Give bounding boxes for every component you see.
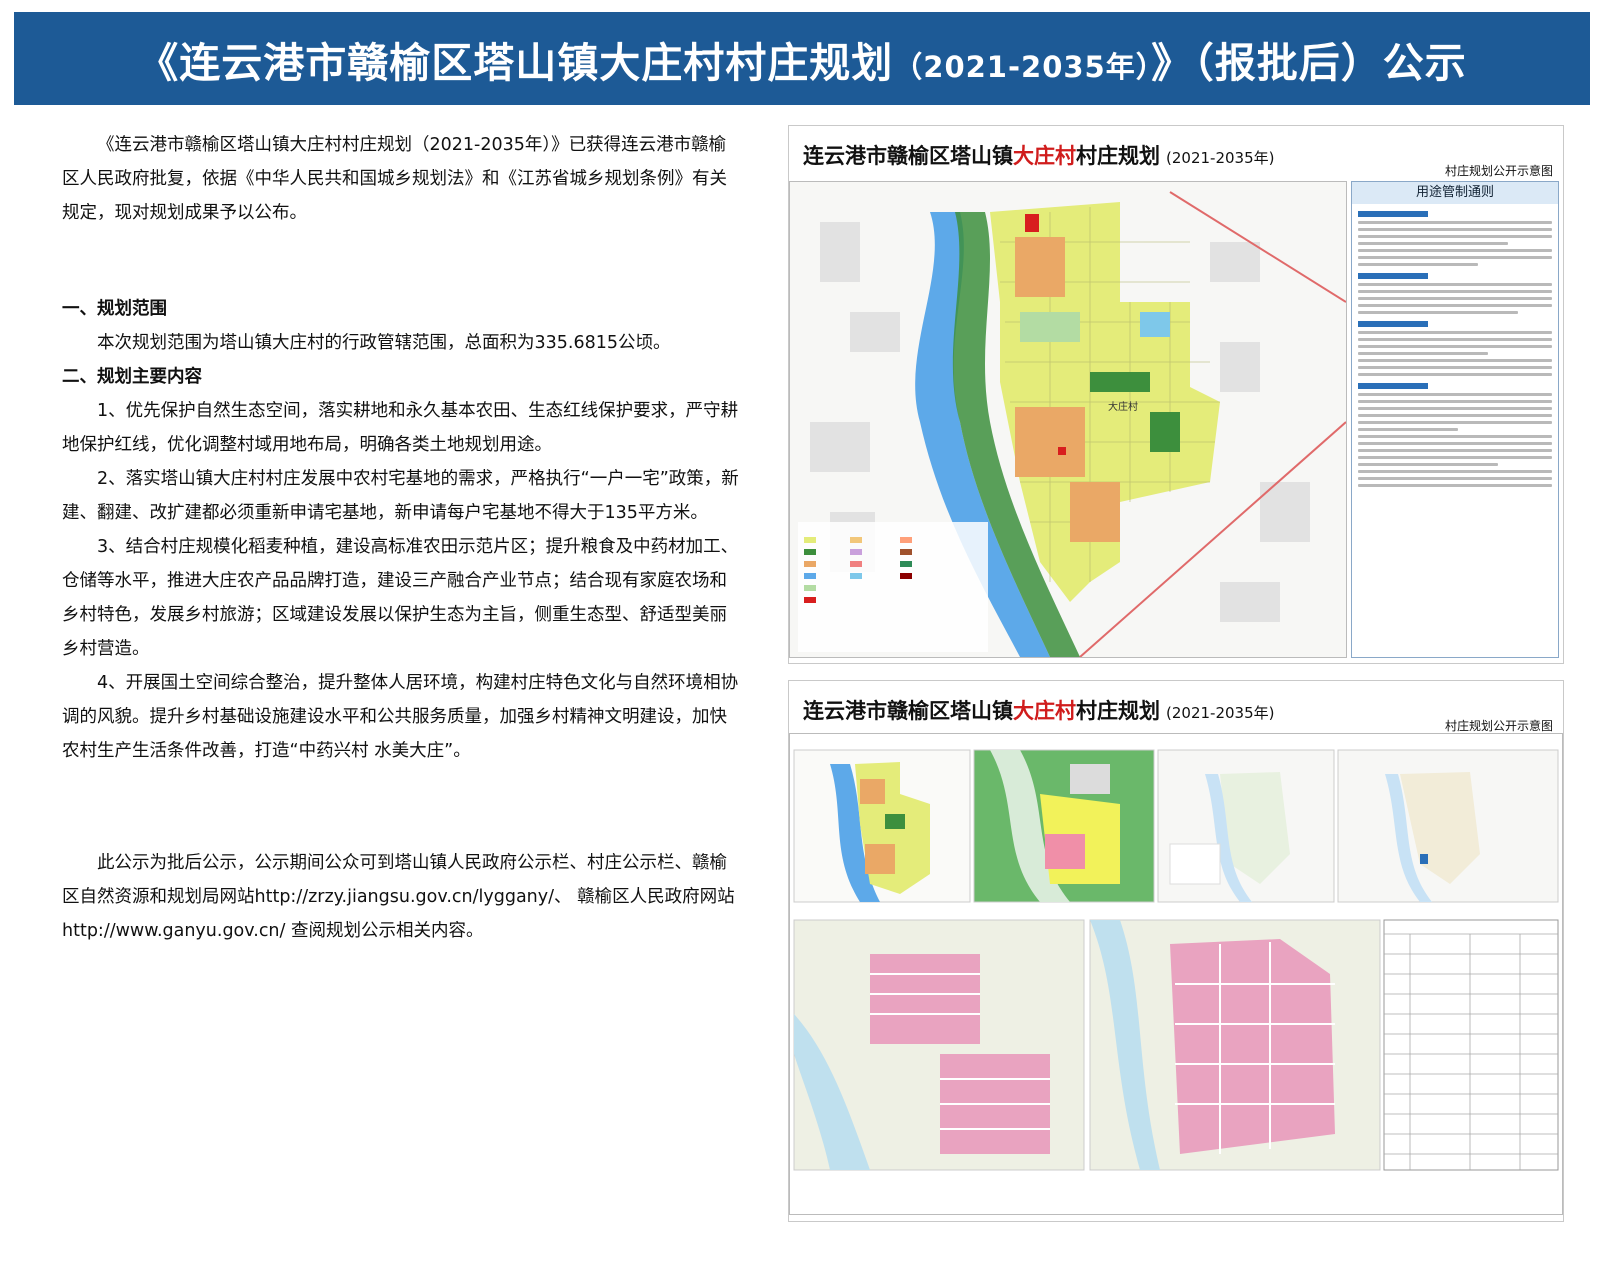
panel2-subtitle: 村庄规划公开示意图 <box>1444 719 1553 733</box>
scope-paragraph: 本次规划范围为塔山镇大庄村的行政管辖范围，总面积为335.6815公顷。 <box>97 333 671 353</box>
notice-paragraph: 此公示为批后公示，公示期间公众可到塔山镇人民政府公示栏、村庄公示栏、赣榆区自然资… <box>62 853 735 941</box>
rules-heading: 用途管制通则 <box>1352 182 1558 204</box>
land-use-map: 大庄村 <box>789 181 1347 658</box>
content-item-1: 1、优先保护自然生态空间，落实耕地和永久基本农田、生态红线保护要求，严守耕地保护… <box>62 401 739 455</box>
panel2-title: 连云港市赣榆区塔山镇大庄村村庄规划 (2021-2035年) <box>803 699 1275 723</box>
panel1-subtitle: 村庄规划公开示意图 <box>1444 164 1553 178</box>
plan-thumbnails-panel: 连云港市赣榆区塔山镇大庄村村庄规划 (2021-2035年) 村庄规划公开示意图 <box>788 680 1564 1222</box>
heading-scope: 一、规划范围 <box>62 299 167 319</box>
heading-content: 二、规划主要内容 <box>62 367 202 387</box>
plan-thumbnails-graphic <box>793 749 1559 1171</box>
plan-thumbnails <box>789 733 1563 1215</box>
content-item-4: 4、开展国土空间综合整治，提升整体人居环境，构建村庄特色文化与自然环境相协调的风… <box>62 673 739 761</box>
content-item-3: 3、结合村庄规模化稻麦种植，建设高标准农田示范片区；提升粮食及中药材加工、仓储等… <box>62 537 739 659</box>
page-title: 《连云港市赣榆区塔山镇大庄村村庄规划（2021-2035年）》（报批后）公示 <box>137 38 1467 87</box>
content-item-2: 2、落实塔山镇大庄村村庄发展中农村宅基地的需求，严格执行“一户一宅”政策，新建、… <box>62 469 739 523</box>
land-use-map-graphic: 大庄村 <box>790 182 1346 657</box>
notice-text: 《连云港市赣榆区塔山镇大庄村村庄规划（2021-2035年）》已获得连云港市赣榆… <box>62 128 742 948</box>
title-banner: 《连云港市赣榆区塔山镇大庄村村庄规划（2021-2035年）》（报批后）公示 <box>14 12 1590 105</box>
map-village-label: 大庄村 <box>1108 400 1138 413</box>
use-control-rules-box: 用途管制通则 <box>1351 181 1559 658</box>
intro-paragraph: 《连云港市赣榆区塔山镇大庄村村庄规划（2021-2035年）》已获得连云港市赣榆… <box>62 135 727 223</box>
land-use-map-panel: 连云港市赣榆区塔山镇大庄村村庄规划(2021-2035年) 村庄规划公开示意图 <box>788 125 1564 664</box>
panel1-title: 连云港市赣榆区塔山镇大庄村村庄规划 (2021-2035年) <box>803 144 1275 168</box>
